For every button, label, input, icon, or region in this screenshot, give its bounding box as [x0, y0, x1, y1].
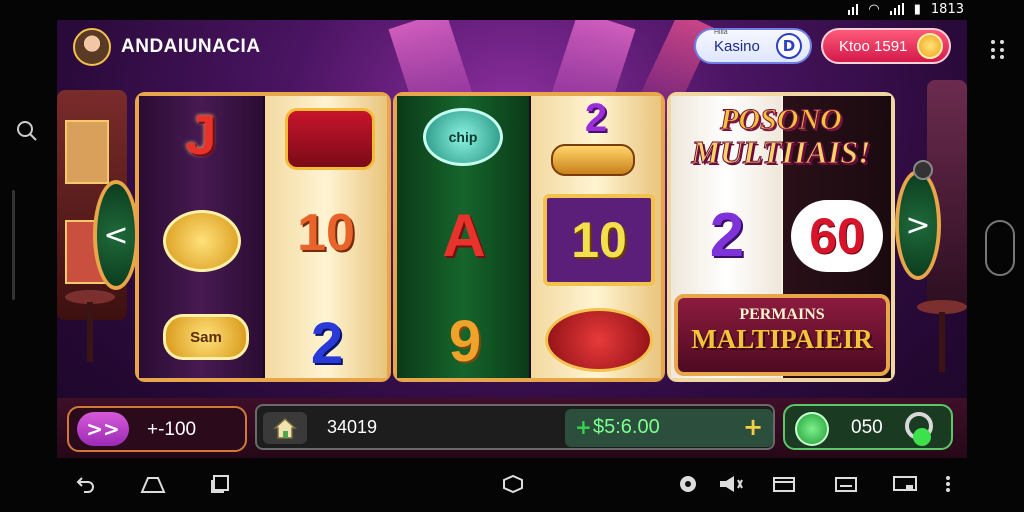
- info-icon[interactable]: [913, 160, 933, 180]
- next-arrow-button[interactable]: >: [895, 170, 941, 280]
- gold-coin-icon: [163, 210, 241, 272]
- reel-1: J Sam: [139, 96, 263, 378]
- symbol-10: 10: [297, 204, 355, 262]
- kasino-small-label: Hilla: [714, 28, 728, 36]
- volume-rocker: [12, 190, 15, 300]
- chevron-right-icon: >: [905, 207, 931, 243]
- symbol-a: A: [442, 201, 486, 269]
- status-time: 1813: [930, 1, 964, 17]
- overflow-menu-icon[interactable]: [944, 474, 952, 494]
- symbol-9: 9: [448, 308, 482, 374]
- coins-panel[interactable]: 050: [783, 404, 953, 450]
- reel-2: 10 2: [265, 96, 387, 378]
- symbol-2-violet: 2: [709, 200, 745, 270]
- poker-chip-icon: chip: [423, 108, 503, 166]
- phone-frame: ◠ ▮ 1813 ANDAIUNACIA Hilla Kasino D Ktoo…: [0, 0, 1024, 512]
- promo-box-line2: MALTIPAIEIR: [691, 324, 873, 354]
- gem-icon: [917, 33, 943, 59]
- wifi-icon: ◠: [868, 1, 880, 17]
- previous-arrow-button[interactable]: <: [93, 180, 139, 290]
- symbol-j: J: [185, 102, 217, 166]
- back-icon[interactable]: [76, 474, 96, 494]
- player-avatar[interactable]: [73, 28, 111, 66]
- symbol-10-framed: 10: [543, 194, 655, 286]
- search-icon[interactable]: [16, 120, 38, 142]
- green-heart-icon: [913, 428, 931, 446]
- symbol-sam-coin: Sam: [163, 314, 249, 360]
- promo-title: POSONO MULTIIAIS!: [681, 103, 881, 170]
- left-rail: [0, 20, 56, 460]
- window-icon[interactable]: [772, 474, 796, 494]
- promo-box-line1: PERMAINS: [739, 306, 825, 323]
- promo-title-line1: POSONO: [720, 103, 843, 136]
- win-amount: $5:6.00: [593, 416, 660, 438]
- game-settings-icon[interactable]: [678, 474, 698, 494]
- bet-forward-icon[interactable]: >>: [77, 412, 129, 446]
- red-pot-icon: pot: [545, 308, 653, 372]
- battery-icon: ▮: [913, 1, 921, 17]
- win-panel: + $5:6.00 +: [565, 409, 773, 447]
- home-button[interactable]: [263, 412, 307, 444]
- reel-3: chip A 9: [397, 96, 529, 378]
- camera-pill: [985, 220, 1015, 276]
- bet-value: +-100: [147, 419, 197, 440]
- crown-icon: [285, 108, 375, 170]
- chevron-left-icon: <: [103, 217, 129, 253]
- green-gem-icon: [795, 412, 829, 446]
- gold-bar-icon: [551, 144, 635, 176]
- symbol-2-purple: 2: [584, 95, 608, 140]
- symbol-2: 2: [310, 310, 344, 376]
- more-grid-icon[interactable]: [991, 40, 1005, 60]
- reel-group-1: J Sam 10 2: [135, 92, 391, 382]
- coin-balance-button[interactable]: Ktoo 1591: [821, 28, 951, 64]
- signal-icon-2: [889, 3, 904, 15]
- credits-panel: 34019 + $5:6.00 +: [255, 404, 775, 450]
- status-bar: ◠ ▮ 1813: [848, 0, 964, 18]
- signal-icon: [848, 3, 859, 15]
- home-nav-icon[interactable]: [140, 474, 166, 494]
- player-name: ANDAIUNACIA: [121, 36, 261, 57]
- kasino-label: Kasino: [714, 37, 760, 55]
- volume-icon[interactable]: [718, 474, 744, 494]
- win-plus-icon: +: [575, 415, 592, 439]
- screenshot-icon[interactable]: [500, 474, 526, 494]
- cast-icon[interactable]: [892, 474, 918, 494]
- home-icon: [273, 417, 297, 439]
- reel-4: 2 10 pot: [531, 96, 661, 378]
- bottom-bar: >> +-100 34019 + $5:6.00 + 050: [57, 398, 967, 458]
- coin-balance-label: Ktoo 1591: [839, 37, 908, 55]
- bar-stool-leg: [939, 312, 945, 372]
- promo-title-line2: MULTIIAIS!: [691, 134, 871, 170]
- bar-stool-leg: [87, 302, 93, 362]
- credits-value: 34019: [327, 417, 378, 437]
- kasino-label-wrap: Hilla Kasino: [714, 29, 760, 55]
- coins-value: 050: [851, 417, 883, 438]
- bet-control[interactable]: >> +-100: [67, 406, 247, 452]
- promo-banner[interactable]: PERMAINS MALTIPAIEIR: [674, 294, 890, 376]
- recents-icon[interactable]: [210, 474, 232, 494]
- reel-group-2: chip A 9 2 10 pot: [393, 92, 665, 382]
- game-screen: ANDAIUNACIA Hilla Kasino D Ktoo 1591 < J…: [57, 20, 967, 458]
- symbol-60: 60: [791, 200, 883, 272]
- kasino-button[interactable]: Hilla Kasino D: [694, 28, 812, 64]
- system-nav-bar: [0, 460, 1024, 512]
- keyboard-icon[interactable]: [834, 474, 858, 494]
- kasino-badge-icon: D: [776, 33, 802, 59]
- add-bet-button[interactable]: +: [743, 413, 763, 441]
